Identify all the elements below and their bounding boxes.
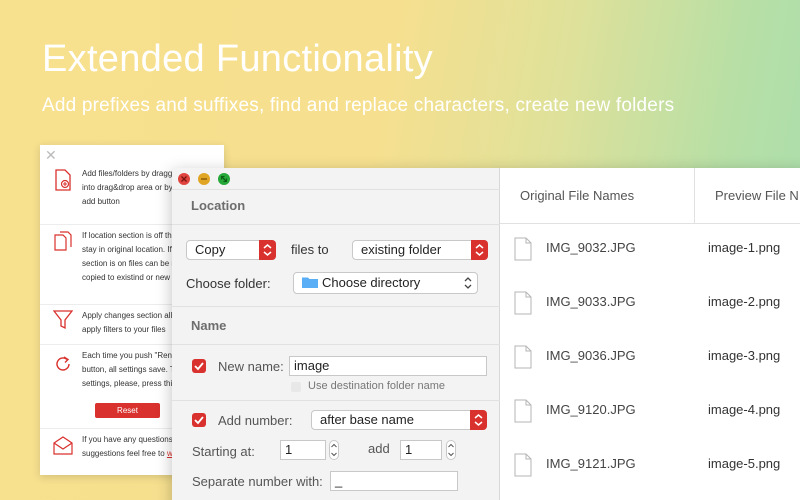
chevron-updown-icon bbox=[471, 240, 488, 260]
reset-button[interactable]: Reset bbox=[95, 403, 160, 418]
refresh-icon bbox=[56, 356, 70, 371]
zoom-icon bbox=[221, 176, 227, 182]
file-icon bbox=[514, 237, 532, 261]
original-file-name: IMG_9121.JPG bbox=[546, 456, 636, 471]
starting-at-stepper[interactable] bbox=[329, 440, 339, 460]
chevron-updown-icon bbox=[470, 410, 487, 430]
use-destination-label: Use destination folder name bbox=[308, 380, 445, 392]
preview-file-name: image-2.png bbox=[708, 294, 781, 309]
table-row[interactable]: IMG_9120.JPG image-4.png bbox=[500, 388, 800, 442]
table-row[interactable]: IMG_9032.JPG image-1.png bbox=[500, 226, 800, 280]
table-row[interactable]: IMG_9036.JPG image-3.png bbox=[500, 334, 800, 388]
add-number-label: Add number: bbox=[218, 413, 293, 428]
add-increment-stepper[interactable] bbox=[446, 440, 456, 460]
chevron-updown-icon bbox=[331, 443, 337, 457]
checkmark-icon bbox=[194, 416, 204, 425]
window-zoom-button[interactable] bbox=[218, 173, 230, 185]
close-icon[interactable]: ✕ bbox=[45, 147, 57, 164]
destination-select[interactable]: existing folder bbox=[352, 240, 488, 260]
filter-icon bbox=[53, 310, 73, 330]
close-icon bbox=[181, 176, 187, 182]
mail-icon bbox=[53, 436, 73, 455]
preview-file-name: image-3.png bbox=[708, 348, 781, 363]
table-row[interactable]: IMG_9033.JPG image-2.png bbox=[500, 280, 800, 334]
files-to-label: files to bbox=[291, 242, 329, 257]
add-increment-input[interactable]: 1 bbox=[400, 440, 442, 460]
original-file-name: IMG_9032.JPG bbox=[546, 240, 636, 255]
new-name-label: New name: bbox=[218, 359, 284, 374]
name-section-header: Name bbox=[191, 318, 227, 333]
add-number-checkbox[interactable] bbox=[192, 413, 206, 427]
column-header-preview[interactable]: Preview File N bbox=[715, 168, 800, 224]
add-increment-label: add bbox=[368, 441, 390, 456]
table-row[interactable]: IMG_9121.JPG image-5.png bbox=[500, 442, 800, 496]
folder-icon bbox=[302, 277, 318, 288]
destination-select-value: existing folder bbox=[361, 242, 442, 257]
new-name-checkbox[interactable] bbox=[192, 359, 206, 373]
starting-at-label: Starting at: bbox=[192, 444, 255, 459]
main-window: Location Copy files to existing folder C… bbox=[172, 168, 800, 500]
preview-file-name: image-4.png bbox=[708, 402, 781, 417]
separate-number-label: Separate number with: bbox=[192, 474, 323, 489]
divider bbox=[172, 400, 500, 401]
file-icon bbox=[514, 291, 532, 315]
new-name-input[interactable]: image bbox=[289, 356, 487, 376]
divider bbox=[172, 224, 500, 225]
checkmark-icon bbox=[194, 362, 204, 371]
preview-file-name: image-5.png bbox=[708, 456, 781, 471]
chevron-updown-icon bbox=[463, 276, 473, 289]
starting-at-input[interactable]: 1 bbox=[280, 440, 326, 460]
file-icon bbox=[514, 399, 532, 423]
copy-files-icon bbox=[54, 231, 72, 251]
original-file-name: IMG_9120.JPG bbox=[546, 402, 636, 417]
preview-file-name: image-1.png bbox=[708, 240, 781, 255]
window-close-button[interactable] bbox=[178, 173, 190, 185]
chevron-updown-icon bbox=[448, 443, 454, 457]
directory-select-value: Choose directory bbox=[322, 275, 421, 290]
action-select[interactable]: Copy bbox=[186, 240, 276, 260]
divider bbox=[172, 344, 500, 345]
original-file-name: IMG_9036.JPG bbox=[546, 348, 636, 363]
directory-select[interactable]: Choose directory bbox=[293, 272, 478, 294]
add-number-select-value: after base name bbox=[320, 412, 414, 427]
column-divider[interactable] bbox=[694, 168, 695, 224]
hero-subtitle: Add prefixes and suffixes, find and repl… bbox=[42, 95, 675, 116]
minimize-icon bbox=[201, 178, 207, 180]
add-file-icon bbox=[55, 169, 71, 191]
chevron-updown-icon bbox=[259, 240, 276, 260]
separator-input[interactable]: _ bbox=[330, 471, 458, 491]
action-select-value: Copy bbox=[195, 242, 226, 257]
file-icon bbox=[514, 453, 532, 477]
hero-title: Extended Functionality bbox=[42, 38, 434, 80]
location-section-header: Location bbox=[191, 198, 246, 213]
file-icon bbox=[514, 345, 532, 369]
divider bbox=[172, 306, 500, 307]
original-file-name: IMG_9033.JPG bbox=[546, 294, 636, 309]
settings-pane: Location Copy files to existing folder C… bbox=[172, 168, 500, 500]
add-number-select[interactable]: after base name bbox=[311, 410, 487, 430]
choose-folder-label: Choose folder: bbox=[186, 276, 271, 291]
use-destination-checkbox[interactable] bbox=[291, 382, 301, 392]
window-minimize-button[interactable] bbox=[198, 173, 210, 185]
column-header-preview-label: Preview File N bbox=[715, 188, 799, 203]
column-header-original-label: Original File Names bbox=[520, 188, 635, 203]
